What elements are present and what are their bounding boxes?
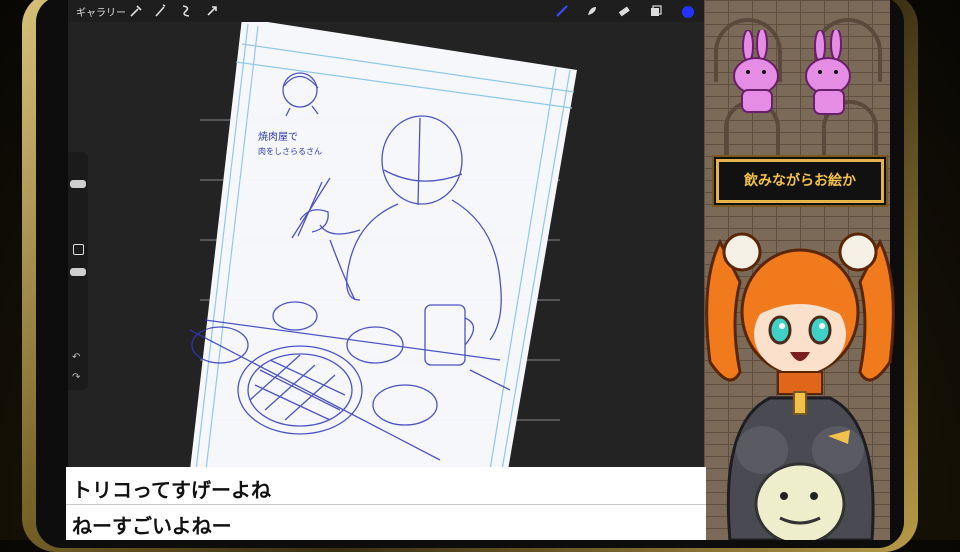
wrench-icon[interactable] <box>128 3 144 19</box>
selection-icon[interactable] <box>178 3 194 19</box>
rabbit-mascots <box>733 30 851 115</box>
subtitle-box: トリコってすげーよね ねーすごいよねー <box>66 467 706 540</box>
subtitle-line-1: トリコってすげーよね <box>72 478 271 502</box>
subtitle-divider <box>66 504 706 505</box>
app-toolbar: ギャラリー <box>68 0 704 22</box>
paper-sheet <box>190 18 577 470</box>
modify-button[interactable] <box>73 244 84 255</box>
opacity-slider[interactable] <box>70 268 86 276</box>
gallery-button[interactable]: ギャラリー <box>76 4 126 19</box>
brush-icon[interactable] <box>554 3 570 19</box>
magic-wand-icon[interactable] <box>152 3 168 19</box>
stream-title-sign: 飲みながらお絵か <box>716 159 884 203</box>
redo-icon[interactable]: ↷ <box>72 372 80 383</box>
avatar <box>705 232 895 540</box>
tool-sidebar: ↶ ↷ <box>68 152 88 390</box>
smudge-icon[interactable] <box>584 3 600 19</box>
transform-icon[interactable] <box>204 3 220 19</box>
sketch-note-1: 焼肉屋で <box>258 130 298 143</box>
subtitle-line-2: ねーすごいよねー <box>72 514 232 538</box>
brush-size-slider[interactable] <box>70 180 86 188</box>
undo-icon[interactable]: ↶ <box>72 352 80 363</box>
color-icon[interactable] <box>680 3 696 19</box>
layers-icon[interactable] <box>648 3 664 19</box>
sketch-note-2: 肉をしさらるさん <box>258 146 322 156</box>
eraser-icon[interactable] <box>616 3 632 19</box>
stream-title: 飲みながらお絵か <box>744 173 856 189</box>
